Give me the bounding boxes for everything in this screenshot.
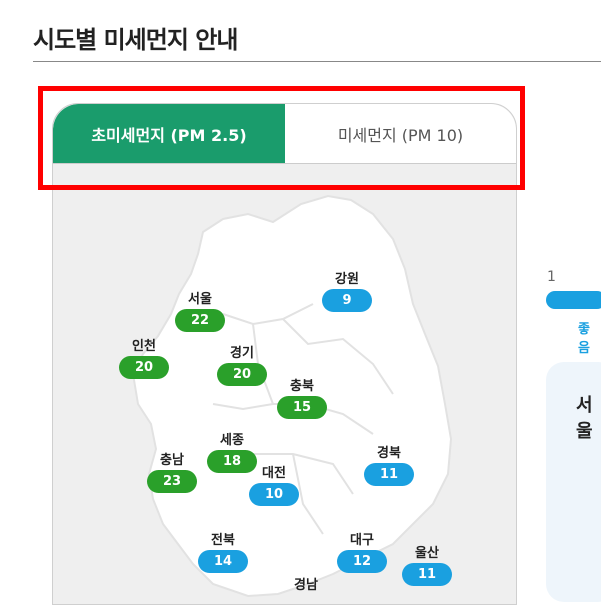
region-name: 강원 bbox=[335, 272, 359, 287]
page-title: 시도별 미세먼지 안내 bbox=[33, 26, 238, 54]
title-divider bbox=[33, 61, 601, 62]
pm-value-badge: 10 bbox=[249, 483, 299, 506]
region-chungbuk[interactable]: 충북 15 bbox=[267, 375, 337, 419]
region-name: 울산 bbox=[415, 546, 439, 561]
region-name: 경북 bbox=[377, 446, 401, 461]
legend-good-label: 좋음 bbox=[578, 322, 590, 356]
region-daejeon[interactable]: 대전 10 bbox=[239, 462, 309, 506]
pm-value-badge: 9 bbox=[322, 289, 372, 312]
pm-value-badge: 22 bbox=[175, 309, 225, 332]
region-gyeongbuk[interactable]: 경북 11 bbox=[354, 442, 424, 486]
region-name: 세종 bbox=[220, 433, 244, 448]
region-incheon[interactable]: 인천 20 bbox=[109, 335, 179, 379]
region-name: 대구 bbox=[350, 533, 374, 548]
region-detail-title: 서울 bbox=[576, 395, 593, 442]
pm-value-badge: 20 bbox=[119, 356, 169, 379]
tab-highlight-box bbox=[38, 86, 525, 190]
legend-good-bar bbox=[546, 291, 601, 309]
region-name: 서울 bbox=[188, 292, 212, 307]
pm-value-badge: 11 bbox=[402, 563, 452, 586]
pm-value-badge: 15 bbox=[277, 396, 327, 419]
region-gyeongnam[interactable]: 경남 bbox=[271, 574, 341, 595]
region-name: 대전 bbox=[262, 466, 286, 481]
pm-value-badge: 14 bbox=[198, 550, 248, 573]
pm-value-badge: 11 bbox=[364, 463, 414, 486]
region-name: 경남 bbox=[294, 578, 318, 593]
region-jeonbuk[interactable]: 전북 14 bbox=[188, 529, 258, 573]
region-name: 인천 bbox=[132, 339, 156, 354]
region-daegu[interactable]: 대구 12 bbox=[327, 529, 397, 573]
region-name: 경기 bbox=[230, 346, 254, 361]
legend-min-label: 1 bbox=[547, 269, 556, 285]
region-seoul[interactable]: 서울 22 bbox=[165, 288, 235, 332]
region-name: 전북 bbox=[211, 533, 235, 548]
region-ulsan[interactable]: 울산 11 bbox=[392, 542, 462, 586]
pm-value-badge: 23 bbox=[147, 470, 197, 493]
region-name: 충북 bbox=[290, 379, 314, 394]
pm-value-badge: 12 bbox=[337, 550, 387, 573]
region-gangwon[interactable]: 강원 9 bbox=[312, 268, 382, 312]
pm-value-badge: 20 bbox=[217, 363, 267, 386]
